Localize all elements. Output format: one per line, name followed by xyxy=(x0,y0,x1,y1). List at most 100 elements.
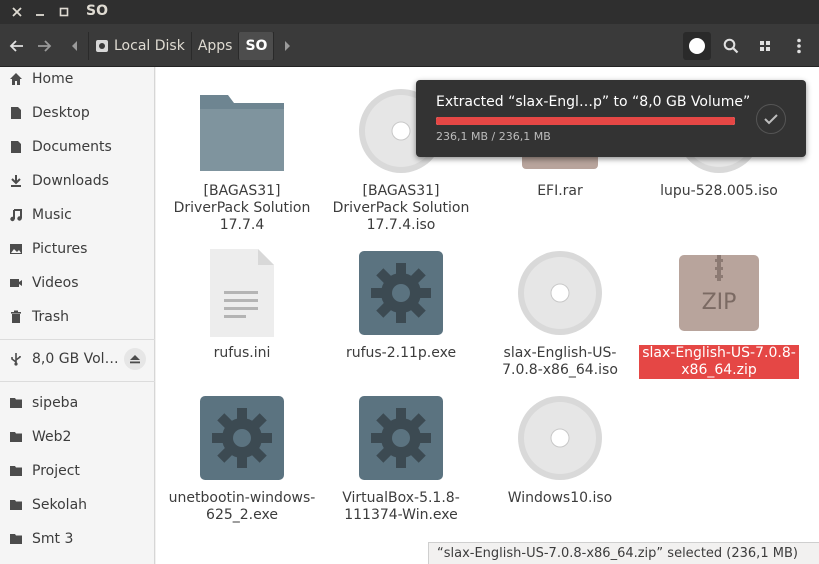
file-name: slax-English-US-7.0.8-x86_64.iso xyxy=(502,345,618,378)
zip-icon-label: ZIP xyxy=(702,290,737,315)
file-item[interactable]: Windows10.iso xyxy=(480,394,640,507)
check-icon xyxy=(764,114,778,125)
disc-image-icon xyxy=(516,249,604,337)
sidebar-item-videos[interactable]: Videos xyxy=(0,268,155,298)
sidebar-item-downloads[interactable]: Downloads xyxy=(0,166,155,196)
grid-view-icon xyxy=(760,41,770,51)
folder-icon xyxy=(8,531,24,547)
sidebar-item-bookmark[interactable]: Smt 3 xyxy=(0,524,155,554)
sidebar-item-trash[interactable]: Trash xyxy=(0,302,155,332)
sidebar-item-home[interactable]: Home xyxy=(0,64,155,94)
trash-icon xyxy=(8,309,24,325)
home-icon xyxy=(8,71,24,87)
eject-icon xyxy=(130,355,140,364)
back-button[interactable] xyxy=(4,32,30,60)
folder-icon xyxy=(8,429,24,445)
operations-button[interactable] xyxy=(683,32,711,60)
desktop-icon xyxy=(8,105,24,121)
file-item[interactable]: rufus.ini xyxy=(162,249,322,362)
file-name: Windows10.iso xyxy=(507,490,613,506)
sidebar-item-label: Documents xyxy=(32,139,112,155)
videos-icon xyxy=(8,275,24,291)
menu-button[interactable] xyxy=(785,32,813,60)
status-bar: “slax-English-US-7.0.8-x86_64.zip” selec… xyxy=(428,542,819,564)
file-item[interactable]: unetbootin-windows-625_2.exe xyxy=(162,394,322,524)
close-window-button[interactable] xyxy=(8,3,26,21)
sidebar-item-label: Trash xyxy=(32,309,69,325)
file-item[interactable]: [BAGAS31] DriverPack Solution 17.7.4 xyxy=(162,87,322,234)
music-icon xyxy=(8,207,24,223)
close-icon xyxy=(12,7,22,17)
notification-size: 236,1 MB / 236,1 MB xyxy=(436,130,551,143)
sidebar-divider xyxy=(0,381,155,382)
progress-bar xyxy=(436,117,735,125)
breadcrumb-apps[interactable]: Apps xyxy=(190,32,239,60)
folder-icon xyxy=(8,395,24,411)
arrow-right-icon xyxy=(38,40,52,52)
zip-archive-icon: ZIP xyxy=(675,249,763,337)
sidebar-item-documents[interactable]: Documents xyxy=(0,132,155,162)
sidebar: Home Desktop Documents Downloads Music P… xyxy=(0,67,155,564)
gear-icon xyxy=(198,394,286,482)
sidebar-item-label: sipeba xyxy=(32,395,79,411)
folder-icon xyxy=(8,463,24,479)
search-button[interactable] xyxy=(717,32,745,60)
file-item-selected[interactable]: ZIP slax-English-US-7.0.8-x86_64.zip xyxy=(639,249,799,379)
sidebar-item-bookmark[interactable]: Project xyxy=(0,456,155,486)
sidebar-item-label: Web2 xyxy=(32,429,72,445)
operation-done-button[interactable] xyxy=(756,104,786,134)
drive-icon xyxy=(96,40,108,52)
search-icon xyxy=(723,38,739,54)
minimize-window-button[interactable] xyxy=(31,3,49,21)
sidebar-item-label: Smt 3 xyxy=(32,531,74,547)
download-icon xyxy=(8,173,24,189)
gear-icon xyxy=(357,249,445,337)
file-name: VirtualBox-5.1.8-111374-Win.exe xyxy=(342,490,460,523)
view-toggle-button[interactable] xyxy=(751,32,779,60)
sidebar-item-label: Music xyxy=(32,207,72,223)
sidebar-item-pictures[interactable]: Pictures xyxy=(0,234,155,264)
file-item[interactable]: slax-English-US-7.0.8-x86_64.iso xyxy=(480,249,640,379)
sidebar-item-label: Home xyxy=(32,71,74,87)
text-file-icon xyxy=(198,249,286,337)
usb-icon xyxy=(8,351,24,367)
breadcrumb-scroll-right-button[interactable] xyxy=(273,32,299,60)
sidebar-item-usb-volume[interactable]: 8,0 GB Vol… xyxy=(0,344,155,374)
sidebar-item-bookmark[interactable]: sipeba xyxy=(0,388,155,418)
chevron-left-icon xyxy=(72,41,77,51)
folder-icon xyxy=(8,497,24,513)
window-title: SO xyxy=(86,3,108,19)
toolbar: Local Disk Apps SO xyxy=(0,24,819,67)
eject-button[interactable] xyxy=(124,348,146,370)
sidebar-item-label: Downloads xyxy=(32,173,109,189)
breadcrumb-scroll-left-button[interactable] xyxy=(62,32,88,60)
breadcrumb: Local Disk Apps SO xyxy=(62,32,299,60)
sidebar-item-bookmark[interactable]: Sekolah xyxy=(0,490,155,520)
sidebar-item-music[interactable]: Music xyxy=(0,200,155,230)
file-name: unetbootin-windows-625_2.exe xyxy=(168,490,316,523)
folder-icon xyxy=(198,87,286,175)
sidebar-item-label: Sekolah xyxy=(32,497,88,513)
minimize-icon xyxy=(36,14,44,16)
file-name: lupu-528.005.iso xyxy=(660,183,778,199)
maximize-icon xyxy=(59,7,69,17)
pictures-icon xyxy=(8,241,24,257)
arrow-left-icon xyxy=(9,40,23,52)
breadcrumb-so-label: SO xyxy=(245,38,268,54)
operations-progress-icon xyxy=(689,38,705,54)
operation-notification: Extracted “slax-Engl…p” to “8,0 GB Volum… xyxy=(416,80,806,157)
file-name: EFI.rar xyxy=(537,183,583,199)
file-name: rufus.ini xyxy=(213,345,271,361)
documents-icon xyxy=(8,139,24,155)
file-item[interactable]: VirtualBox-5.1.8-111374-Win.exe xyxy=(321,394,481,524)
notification-title: Extracted “slax-Engl…p” to “8,0 GB Volum… xyxy=(436,94,751,110)
chevron-right-icon xyxy=(284,41,290,51)
sidebar-item-desktop[interactable]: Desktop xyxy=(0,98,155,128)
breadcrumb-so[interactable]: SO xyxy=(238,32,274,60)
forward-button[interactable] xyxy=(31,32,57,60)
breadcrumb-local-disk[interactable]: Local Disk xyxy=(88,32,191,60)
file-item[interactable]: rufus-2.11p.exe xyxy=(321,249,481,362)
file-name: [BAGAS31] DriverPack Solution 17.7.4.iso xyxy=(332,183,470,233)
maximize-window-button[interactable] xyxy=(55,3,73,21)
sidebar-item-bookmark[interactable]: Web2 xyxy=(0,422,155,452)
